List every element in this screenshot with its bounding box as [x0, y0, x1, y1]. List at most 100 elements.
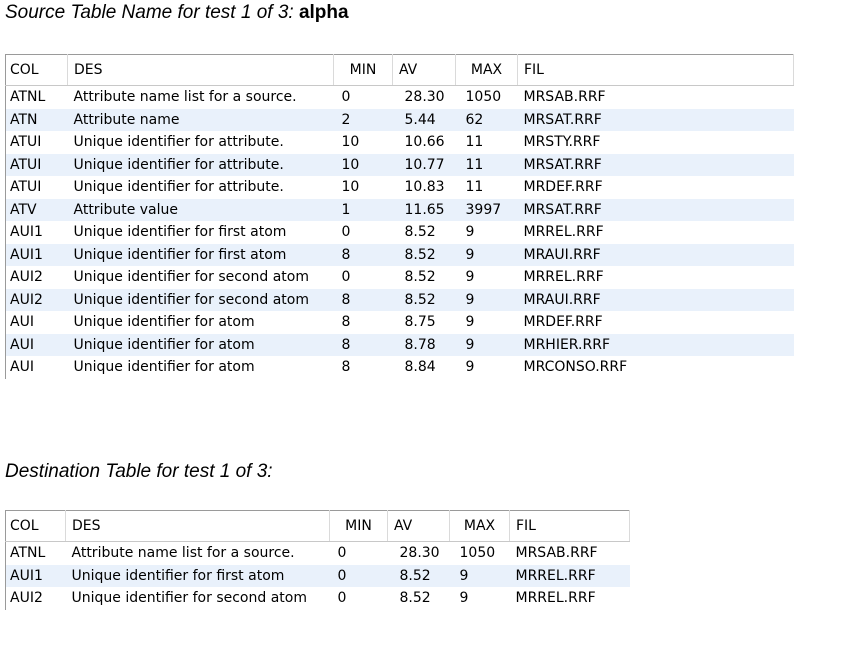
cell-max[interactable]: 9: [456, 356, 518, 379]
cell-min[interactable]: 8: [333, 288, 393, 311]
cell-col[interactable]: AUI: [5, 356, 68, 379]
table-row[interactable]: AUI1 Unique identifier for first atom 0 8.5…: [5, 221, 794, 244]
cell-av[interactable]: 8.52: [393, 221, 456, 244]
cell-des[interactable]: Attribute value: [67, 198, 334, 221]
cell-col[interactable]: ATUI: [5, 176, 68, 199]
cell-max[interactable]: 1050: [456, 86, 518, 109]
cell-fil[interactable]: MRDEF.RRF: [518, 311, 794, 334]
cell-fil[interactable]: MRSAB.RRF: [518, 86, 794, 109]
cell-des[interactable]: Unique identifier for first atom: [65, 564, 330, 587]
cell-col[interactable]: AUI1: [5, 221, 68, 244]
cell-max[interactable]: 9: [455, 288, 518, 311]
cell-min[interactable]: 8: [333, 243, 393, 266]
table-row[interactable]: AUI2 Unique identifier for second atom 8 8.…: [5, 288, 794, 311]
cell-max[interactable]: 9: [456, 221, 518, 244]
cell-des[interactable]: Unique identifier for first atom: [67, 243, 334, 266]
cell-av[interactable]: 8.52: [392, 288, 456, 311]
cell-max[interactable]: 1050: [450, 542, 510, 565]
cell-des[interactable]: Unique identifier for atom: [68, 311, 334, 334]
cell-fil[interactable]: MRAUI.RRF: [517, 243, 794, 266]
table-row[interactable]: AUI1 Unique identifier for first atom 0 8.5…: [5, 564, 630, 587]
header-av[interactable]: AV: [392, 54, 456, 86]
cell-col[interactable]: ATNL: [5, 85, 68, 109]
cell-av[interactable]: 8.52: [388, 587, 450, 610]
cell-av[interactable]: 11.65: [392, 198, 456, 221]
cell-min[interactable]: 0: [329, 564, 388, 587]
table-row[interactable]: AUI1 Unique identifier for first atom 8 8.5…: [5, 243, 794, 266]
cell-min[interactable]: 10: [334, 131, 393, 154]
header-max[interactable]: MAX: [455, 54, 518, 86]
cell-des[interactable]: Attribute name: [67, 108, 334, 131]
cell-av[interactable]: 8.52: [387, 564, 450, 587]
cell-min[interactable]: 0: [330, 542, 388, 565]
cell-min[interactable]: 8: [333, 333, 393, 356]
cell-max[interactable]: 9: [449, 564, 510, 587]
cell-des[interactable]: Unique identifier for atom: [67, 333, 334, 356]
table-row[interactable]: ATUI Unique identifier for attribute. 10 10…: [5, 131, 794, 154]
cell-col[interactable]: AUI: [5, 311, 68, 334]
cell-fil[interactable]: MRSAT.RRF: [517, 108, 794, 131]
cell-max[interactable]: 3997: [455, 198, 518, 221]
cell-fil[interactable]: MRHIER.RRF: [517, 333, 794, 356]
cell-max[interactable]: 9: [456, 311, 518, 334]
cell-fil[interactable]: MRSTY.RRF: [518, 131, 794, 154]
cell-col[interactable]: ATNL: [5, 541, 66, 565]
cell-fil[interactable]: MRREL.RRF: [518, 221, 794, 244]
table-row[interactable]: AUI2 Unique identifier for second atom 0 8.…: [5, 587, 630, 610]
cell-min[interactable]: 8: [334, 356, 393, 379]
cell-min[interactable]: 0: [334, 221, 393, 244]
header-max[interactable]: MAX: [449, 510, 510, 542]
cell-col[interactable]: AUI: [5, 333, 68, 356]
cell-col[interactable]: ATV: [5, 198, 68, 221]
cell-max[interactable]: 9: [450, 587, 510, 610]
header-fil[interactable]: FIL: [509, 510, 630, 542]
header-des[interactable]: DES: [67, 54, 334, 86]
table-row[interactable]: ATUI Unique identifier for attribute. 10 10…: [5, 153, 794, 176]
cell-col[interactable]: AUI1: [5, 564, 66, 587]
cell-des[interactable]: Unique identifier for first atom: [68, 221, 334, 244]
table-row[interactable]: ATV Attribute value 1 11.65 3997 MRSAT.RRF: [5, 198, 794, 221]
cell-fil[interactable]: MRSAT.RRF: [517, 198, 794, 221]
cell-av[interactable]: 10.77: [392, 153, 456, 176]
cell-fil[interactable]: MRAUI.RRF: [517, 288, 794, 311]
cell-des[interactable]: Unique identifier for attribute.: [67, 153, 334, 176]
cell-max[interactable]: 9: [455, 333, 518, 356]
cell-av[interactable]: 10.66: [393, 131, 456, 154]
cell-des[interactable]: Unique identifier for second atom: [68, 266, 334, 289]
cell-min[interactable]: 0: [334, 266, 393, 289]
cell-col[interactable]: AUI2: [5, 288, 68, 311]
cell-fil[interactable]: MRCONSO.RRF: [518, 356, 794, 379]
table-row[interactable]: AUI Unique identifier for atom 8 8.78 9 MRHIE…: [5, 333, 794, 356]
cell-max[interactable]: 9: [455, 243, 518, 266]
cell-av[interactable]: 8.84: [393, 356, 456, 379]
cell-des[interactable]: Unique identifier for attribute.: [68, 176, 334, 199]
cell-des[interactable]: Unique identifier for second atom: [67, 288, 334, 311]
header-col[interactable]: COL: [5, 54, 68, 86]
cell-des[interactable]: Unique identifier for second atom: [66, 587, 330, 610]
cell-fil[interactable]: MRREL.RRF: [510, 587, 630, 610]
header-av[interactable]: AV: [387, 510, 450, 542]
cell-av[interactable]: 8.52: [392, 243, 456, 266]
cell-min[interactable]: 0: [334, 86, 393, 109]
table-row[interactable]: ATNL Attribute name list for a source. 0 28…: [5, 85, 794, 109]
table-row[interactable]: ATNL Attribute name list for a source. 0 28…: [5, 541, 630, 565]
cell-min[interactable]: 8: [334, 311, 393, 334]
cell-min[interactable]: 1: [333, 198, 393, 221]
cell-max[interactable]: 11: [456, 176, 518, 199]
table-row[interactable]: ATUI Unique identifier for attribute. 10 10…: [5, 176, 794, 199]
cell-col[interactable]: AUI2: [5, 266, 68, 289]
cell-av[interactable]: 8.75: [393, 311, 456, 334]
header-min[interactable]: MIN: [333, 54, 393, 86]
cell-des[interactable]: Unique identifier for atom: [68, 356, 334, 379]
cell-av[interactable]: 10.83: [393, 176, 456, 199]
table-row[interactable]: AUI Unique identifier for atom 8 8.84 9 MRCON…: [5, 356, 794, 379]
cell-fil[interactable]: MRSAB.RRF: [510, 542, 630, 565]
table-row[interactable]: ATN Attribute name 2 5.44 62 MRSAT.RRF: [5, 108, 794, 131]
cell-fil[interactable]: MRREL.RRF: [509, 564, 630, 587]
cell-fil[interactable]: MRSAT.RRF: [517, 153, 794, 176]
cell-col[interactable]: AUI2: [5, 587, 66, 610]
cell-col[interactable]: ATN: [5, 108, 68, 131]
header-col[interactable]: COL: [5, 510, 66, 542]
header-fil[interactable]: FIL: [517, 54, 794, 86]
cell-fil[interactable]: MRREL.RRF: [518, 266, 794, 289]
